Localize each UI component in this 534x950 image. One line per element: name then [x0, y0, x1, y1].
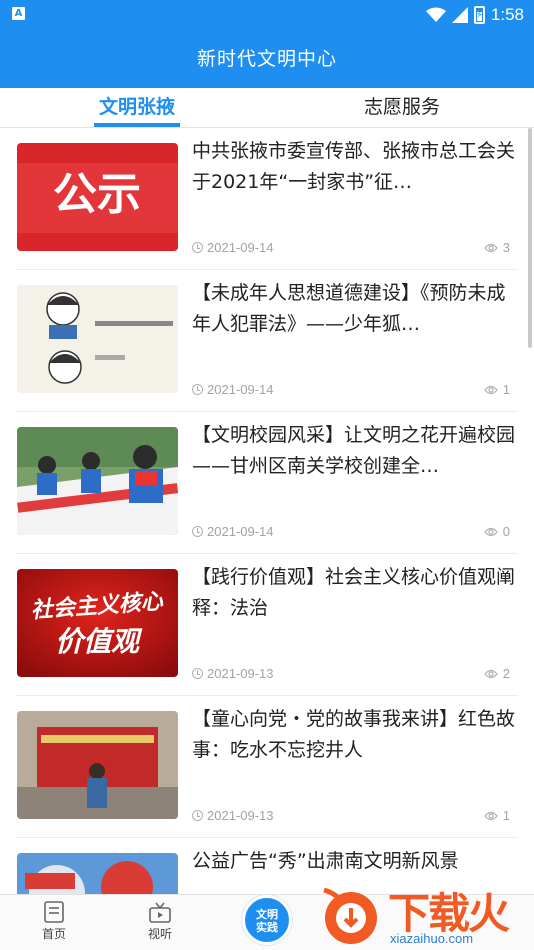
article-title: 【童心向党・党的故事我来讲】红色故事：吃水不忘挖井人 [192, 708, 516, 761]
article-date: 2021-09-14 [207, 382, 274, 397]
clock-icon [192, 526, 203, 537]
article-thumbnail: 公示 [17, 143, 178, 251]
clock-icon [192, 668, 203, 679]
home-icon [44, 901, 64, 923]
clock-icon [192, 242, 203, 253]
thumbnail-text: 公示 [53, 169, 141, 220]
tab-bar: 文明张掖 志愿服务 [0, 88, 534, 128]
wifi-icon [425, 7, 446, 22]
list-item[interactable]: 【童心向党・党的故事我来讲】红色故事：吃水不忘挖井人 2021-09-13 1 [16, 696, 518, 838]
view-count: 3 [502, 240, 510, 255]
page-title: 新时代文明中心 [0, 30, 534, 88]
article-title: 【未成年人思想道德建设】《预防未成年人犯罪法》——少年狐… [192, 282, 506, 335]
article-thumbnail [17, 427, 178, 535]
svg-text:价值观: 价值观 [55, 625, 143, 658]
nav-home-label: 首页 [41, 927, 66, 941]
article-title: 中共张掖市委宣传部、张掖市总工会关于2021年“一封家书”征… [192, 140, 516, 193]
list-item[interactable]: 【文明校园风采】让文明之花开遍校园——甘州区南关学校创建全… 2021-09-1… [16, 412, 518, 554]
list-item[interactable]: 【未成年人思想道德建设】《预防未成年人犯罪法》——少年狐… 2021-09-14… [16, 270, 518, 412]
list-item[interactable]: 公示 中共张掖市委宣传部、张掖市总工会关于2021年“一封家书”征… 2021-… [16, 128, 518, 270]
signal-icon [451, 7, 468, 23]
article-title: 【文明校园风采】让文明之花开遍校园——甘州区南关学校创建全… [192, 424, 516, 477]
article-title: 【践行价值观】社会主义核心价值观阐释：法治 [192, 566, 516, 619]
view-count: 1 [502, 808, 510, 823]
view-count: 1 [502, 382, 510, 397]
article-date: 2021-09-13 [207, 666, 274, 681]
article-date: 2021-09-14 [207, 524, 274, 539]
watermark-logo: 下载火 xiazaihuo.com [318, 880, 532, 950]
article-thumbnail [17, 711, 178, 819]
view-count: 2 [502, 666, 510, 681]
watermark-icon [323, 887, 377, 944]
watermark-url: xiazaihuo.com [390, 931, 474, 946]
battery-icon: ⚡ [473, 6, 485, 24]
article-thumbnail: 社会主义核心 价值观 [17, 569, 178, 677]
app-notification-icon: A [12, 7, 25, 20]
tab-volunteer-service[interactable]: 志愿服务 [358, 88, 446, 128]
article-list[interactable]: 公示 中共张掖市委宣传部、张掖市总工会关于2021年“一封家书”征… 2021-… [0, 128, 534, 894]
clock-icon [192, 384, 203, 395]
article-date: 2021-09-14 [207, 240, 274, 255]
eye-icon [483, 527, 498, 536]
video-icon [149, 902, 171, 923]
center-button-line1: 文明 [256, 908, 278, 921]
civilization-practice-button[interactable]: 文明 实践 [242, 895, 292, 945]
tab-wenming-zhangye[interactable]: 文明张掖 [94, 88, 180, 128]
nav-video[interactable]: 视听 [130, 901, 190, 942]
nav-video-label: 视听 [147, 927, 172, 941]
eye-icon [483, 811, 498, 820]
status-bar: A ⚡ 1:58 [0, 0, 534, 30]
eye-icon [483, 385, 498, 394]
view-count: 0 [502, 524, 510, 539]
article-title: 公益广告“秀”出肃南文明新风景 [192, 850, 459, 872]
clock-icon [192, 810, 203, 821]
nav-home[interactable]: 首页 [24, 901, 84, 942]
status-time: 1:58 [490, 5, 524, 24]
list-item[interactable]: 社会主义核心 价值观 【践行价值观】社会主义核心价值观阐释：法治 2021-09… [16, 554, 518, 696]
center-button-line2: 实践 [256, 921, 278, 934]
eye-icon [483, 243, 498, 252]
article-date: 2021-09-13 [207, 808, 274, 823]
scrollbar[interactable] [528, 128, 532, 348]
article-thumbnail [17, 285, 178, 393]
eye-icon [483, 669, 498, 678]
article-thumbnail [17, 853, 178, 894]
